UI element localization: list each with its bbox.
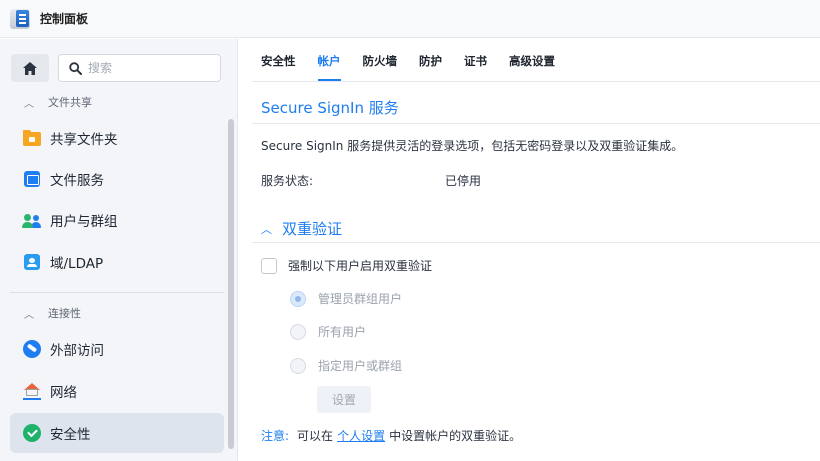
note-prefix: 可以在 (297, 429, 334, 443)
radio-button[interactable] (290, 357, 306, 374)
section-label: 连接性 (48, 307, 81, 320)
tab-certificate[interactable]: 证书 (464, 53, 487, 77)
home-icon (23, 61, 37, 75)
shared-folder-icon (22, 128, 42, 148)
tab-account[interactable]: 帐户 (317, 53, 341, 81)
sidebar-divider (10, 292, 224, 293)
main-panel: 安全性 帐户 防火墙 防护 证书 高级设置 Secure SignIn 服务 S… (239, 39, 820, 461)
sidebar-item-shared-folder[interactable]: 共享文件夹 (10, 118, 224, 158)
sidebar-item-label: 域/LDAP (50, 256, 104, 272)
note-suffix: 中设置帐户的双重验证。 (389, 429, 522, 443)
radio-option-admin-group[interactable]: 管理员群组用户 (290, 290, 402, 307)
chevron-up-icon: ︿ (24, 98, 34, 110)
search-input[interactable] (88, 61, 208, 75)
section-header-file-sharing[interactable]: ︿ 文件共享 (24, 93, 92, 111)
two-factor-title: 双重验证 (282, 220, 343, 238)
sidebar-item-label: 外部访问 (50, 343, 104, 359)
window-title: 控制面板 (40, 12, 89, 26)
domain-ldap-icon (22, 252, 42, 272)
sidebar-item-external-access[interactable]: 外部访问 (10, 329, 224, 369)
service-status-value: 已停用 (445, 174, 482, 188)
sidebar-item-file-services[interactable]: 文件服务 (10, 159, 224, 199)
sidebar-item-network[interactable]: 网络 (10, 371, 224, 411)
enforce-2fa-checkbox[interactable] (261, 257, 277, 274)
note-label: 注意: (261, 429, 290, 443)
note-line: 注意: 可以在 个人设置 中设置帐户的双重验证。 (261, 427, 521, 444)
users-groups-icon (22, 210, 42, 230)
sidebar-item-users-groups[interactable]: 用户与群组 (10, 200, 224, 240)
network-icon (22, 381, 42, 401)
sidebar-item-domain-ldap[interactable]: 域/LDAP (10, 242, 224, 282)
personal-settings-link[interactable]: 个人设置 (337, 427, 385, 444)
tab-firewall[interactable]: 防火墙 (363, 53, 398, 77)
file-services-icon (22, 169, 42, 189)
sidebar-item-label: 共享文件夹 (50, 132, 118, 148)
home-button[interactable] (11, 54, 49, 82)
two-factor-section-header[interactable]: ︿ 双重验证 (261, 218, 342, 239)
tab-protection[interactable]: 防护 (419, 53, 442, 77)
radio-label: 指定用户或群组 (318, 359, 403, 373)
search-icon (69, 61, 82, 75)
radio-button[interactable] (290, 323, 306, 340)
tab-security[interactable]: 安全性 (261, 53, 296, 77)
radio-label: 管理员群组用户 (318, 292, 403, 306)
tab-advanced[interactable]: 高级设置 (509, 53, 555, 77)
radio-option-all-users[interactable]: 所有用户 (290, 323, 366, 340)
settings-button[interactable]: 设置 (317, 386, 371, 413)
section-label: 文件共享 (48, 96, 92, 109)
section-header-connectivity[interactable]: ︿ 连接性 (24, 304, 81, 322)
radio-button[interactable] (290, 290, 306, 307)
secure-signin-description: Secure SignIn 服务提供灵活的登录选项，包括无密码登录以及双重验证集… (261, 139, 684, 153)
sidebar-item-security[interactable]: 安全性 (10, 413, 224, 453)
tab-divider (252, 81, 820, 82)
search-box[interactable] (58, 54, 221, 82)
sidebar-scrollbar[interactable] (228, 119, 234, 449)
chevron-up-icon: ︿ (24, 309, 34, 321)
radio-option-specific-users[interactable]: 指定用户或群组 (290, 357, 402, 374)
section-divider (252, 123, 820, 124)
external-access-icon (22, 339, 42, 359)
radio-label: 所有用户 (318, 325, 367, 339)
sidebar-item-label: 用户与群组 (50, 214, 118, 230)
enforce-2fa-label: 强制以下用户启用双重验证 (288, 259, 433, 273)
secure-signin-title: Secure SignIn 服务 (261, 99, 399, 117)
chevron-up-icon: ︿ (261, 222, 272, 236)
service-status-label: 服务状态: (261, 174, 314, 188)
control-panel-icon (10, 8, 30, 29)
sidebar-item-label: 文件服务 (50, 173, 104, 189)
sidebar-item-label: 安全性 (50, 427, 91, 443)
security-icon (22, 423, 42, 443)
section-divider (252, 242, 820, 243)
sidebar: ︿ 文件共享 共享文件夹 文件服务 用户与群组 域/LDAP ︿ 连接性 外部访… (0, 39, 238, 461)
title-bar: 控制面板 (0, 0, 820, 38)
sidebar-item-label: 网络 (50, 385, 77, 401)
enforce-2fa-row[interactable]: 强制以下用户启用双重验证 (261, 257, 432, 274)
tab-bar: 安全性 帐户 防火墙 防护 证书 高级设置 (261, 53, 577, 81)
